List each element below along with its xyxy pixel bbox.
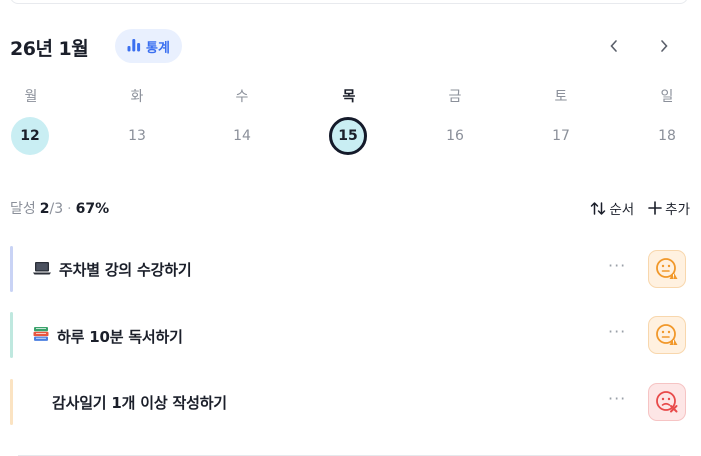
next-week-button[interactable] [650,32,678,60]
task-title: 주차별 강의 수강하기 [32,259,192,280]
chevron-right-icon [661,40,668,52]
month-title: 26년 1월 [10,38,89,60]
list-actions: 순서 추가 [590,198,690,218]
achievement-summary: 달성 2 / 3 · 67% [10,198,109,218]
weekday-fri: 금 [448,89,462,105]
status-warning-button[interactable] [648,316,686,354]
task-title: 하루 10분 독서하기 [32,325,183,347]
separator-dot: · [67,201,72,217]
achievement-label: 달성 [10,201,36,217]
progress-row: 달성 2 / 3 · 67% 순서 추가 [10,198,690,220]
face-failed-icon [656,391,678,413]
face-warning-icon [656,324,678,345]
add-label: 추가 [665,202,690,218]
weekday-sat: 토 [554,89,568,105]
weekday-mon: 월 [24,89,38,105]
task-color-bar [10,246,13,292]
stats-button[interactable]: 통계 [115,29,182,63]
order-label: 순서 [609,202,635,218]
total-count: 3 [54,201,64,217]
more-menu-button[interactable]: ··· [608,389,626,408]
achievement-percent: 67% [75,201,110,217]
bar-chart-icon [127,37,141,56]
task-item[interactable]: 하루 10분 독서하기 ··· [10,312,690,358]
weekday-thu: 목 [342,89,356,105]
task-item[interactable]: 주차별 강의 수강하기 ··· [10,246,690,292]
task-color-bar [10,379,13,425]
top-card-edge [10,0,688,4]
calendar-header: 26년 1월 통계 [10,28,690,66]
chevron-left-icon [610,40,617,52]
day-cell[interactable]: 14 [223,117,261,155]
more-menu-button[interactable]: ··· [608,256,626,275]
day-cell[interactable]: 12 [11,117,49,155]
books-icon [32,325,50,347]
weekday-sun: 일 [660,89,674,105]
weekday-row: 월 화 수 목 금 토 일 [0,86,701,106]
day-cell[interactable]: 13 [118,117,156,155]
done-count: 2 [39,201,50,217]
status-failed-button[interactable] [648,383,686,421]
task-title-text: 주차별 강의 수강하기 [59,261,192,279]
prev-week-button[interactable] [600,32,628,60]
day-cell[interactable]: 17 [542,117,580,155]
task-title-text: 감사일기 1개 이상 작성하기 [52,394,227,412]
day-cell-today[interactable]: 15 [329,117,367,155]
weekday-wed: 수 [235,89,249,105]
task-title: 감사일기 1개 이상 작성하기 [52,392,227,413]
sort-arrows-icon [591,201,606,215]
task-color-bar [10,312,13,358]
day-row: 12 13 14 15 16 17 18 [0,117,701,157]
face-warning-icon [656,258,678,279]
order-button[interactable]: 순서 [590,198,634,218]
day-cell[interactable]: 16 [436,117,474,155]
task-title-text: 하루 10분 독서하기 [57,327,183,346]
task-item[interactable]: 감사일기 1개 이상 작성하기 ··· [10,379,690,425]
stats-label: 통계 [146,40,170,56]
more-menu-button[interactable]: ··· [608,322,626,341]
laptop-icon [32,260,52,280]
add-button[interactable]: 추가 [648,198,690,218]
status-warning-button[interactable] [648,250,686,288]
weekday-tue: 화 [130,89,144,105]
day-cell[interactable]: 18 [648,117,686,155]
plus-icon [648,201,662,215]
